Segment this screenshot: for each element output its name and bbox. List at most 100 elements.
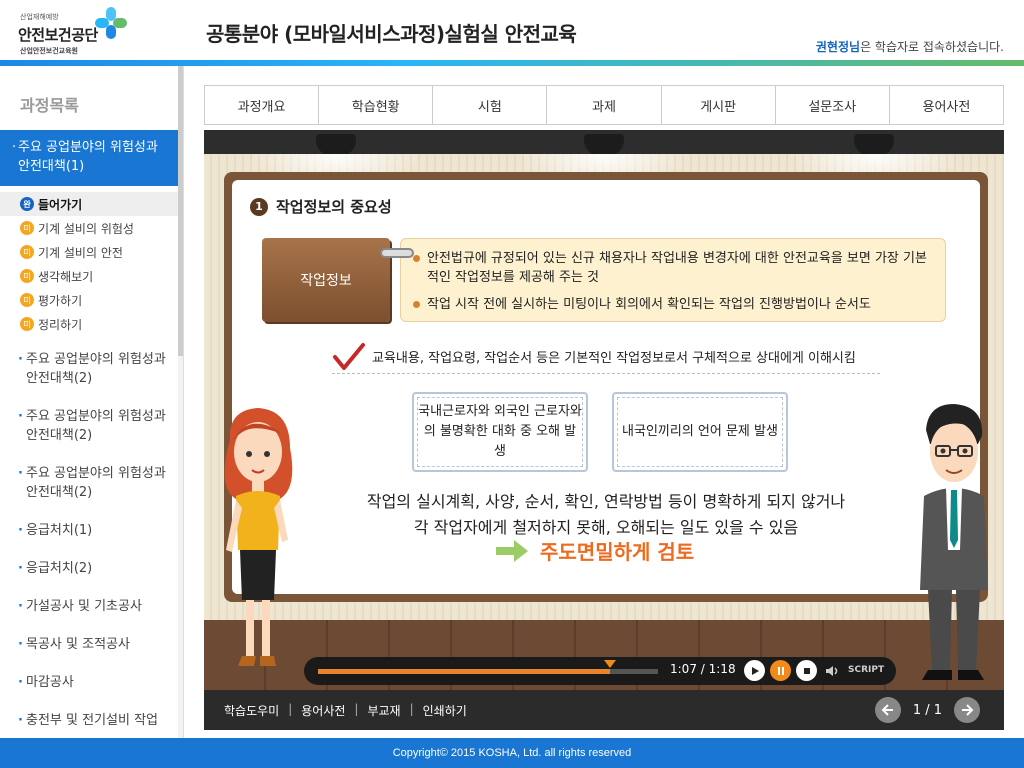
summary-line: 작업의 실시계획, 사양, 순서, 확인, 연락방법 등이 명확하게 되지 않거… <box>366 492 846 511</box>
lesson-incomplete-badge: 미 <box>20 269 34 283</box>
lesson-label: 평가하기 <box>38 293 83 308</box>
page-indicator: 1 / 1 <box>912 702 942 718</box>
course-item[interactable]: 주요 공업분야의 위험성과 안전대책(2) <box>0 346 178 403</box>
help-link[interactable]: 학습도우미 <box>224 702 279 719</box>
arrow-right-icon <box>496 539 528 562</box>
lesson-complete-badge: 완 <box>20 197 34 211</box>
lesson-bottom-bar: 학습도우미 | 용어사전 | 부교재 | 인쇄하기 1 / 1 <box>204 690 1004 730</box>
pause-button[interactable] <box>770 660 791 681</box>
woman-character-illustration <box>224 408 293 666</box>
logo-name: 안전보건공단 <box>18 26 98 44</box>
man-character-illustration <box>920 404 988 680</box>
play-button[interactable] <box>744 660 765 681</box>
current-time: 1:07 <box>670 662 697 676</box>
lesson-incomplete-badge: 미 <box>20 317 34 331</box>
info-box: 안전법규에 규정되어 있는 신규 채용자나 작업내용 변경자에 대한 안전교육을… <box>400 238 946 322</box>
conclusion-text: 주도면밀하게 검토 <box>540 540 695 564</box>
tab-board[interactable]: 게시판 <box>662 86 776 124</box>
info-label: 작업정보 <box>262 238 390 322</box>
tab-assignment[interactable]: 과제 <box>547 86 662 124</box>
sidebar-title: 과정목록 <box>20 96 79 115</box>
logo-cross-icon <box>95 7 127 39</box>
lesson-item[interactable]: 미 기계 설비의 안전 <box>0 240 178 264</box>
lesson-content-stage: 1 작업정보의 중요성 작업정보 안전법규에 규정되어 있는 신규 채용자나 작… <box>204 130 1004 730</box>
volume-icon[interactable] <box>824 663 840 679</box>
stop-button[interactable] <box>796 660 817 681</box>
play-icon <box>751 666 759 675</box>
header: 산업재해예방 안전보건공단 산업안전보건교육원 공통분야 (모바일서비스과정)실… <box>0 0 1024 66</box>
prev-page-button[interactable] <box>874 697 901 723</box>
sidebar-scrollbar-thumb[interactable] <box>178 66 183 356</box>
lesson-item[interactable]: 미 기계 설비의 위험성 <box>0 216 178 240</box>
tab-glossary[interactable]: 용어사전 <box>890 86 1003 124</box>
example-box-text: 국내근로자와 외국인 근로자와의 불명확한 대화 중 오해 발생 <box>417 397 583 467</box>
progress-bar[interactable] <box>318 660 658 674</box>
example-box-text: 내국인끼리의 언어 문제 발생 <box>617 397 783 467</box>
tab-progress[interactable]: 학습현황 <box>319 86 434 124</box>
course-item[interactable]: 목공사 및 조적공사 <box>0 631 178 669</box>
tab-overview[interactable]: 과정개요 <box>205 86 320 124</box>
summary-line: 각 작업자에게 철저하지 못해, 오해되는 일도 있을 수 있음 <box>413 518 799 537</box>
page-navigator: 1 / 1 <box>874 697 980 723</box>
lesson-item[interactable]: 완 들어가기 <box>0 192 178 216</box>
course-sidebar: 과정목록 주요 공업분야의 위험성과 안전대책(1) 완 들어가기 미 기계 설… <box>0 66 184 738</box>
footer-copyright: Copyright© 2015 KOSHA, Ltd. all rights r… <box>0 738 1024 768</box>
conclusion: 주도면밀하게 검토 <box>494 536 694 565</box>
kosha-logo[interactable]: 산업재해예방 안전보건공단 산업안전보건교육원 <box>18 6 138 56</box>
course-item[interactable]: 응급처치(2) <box>0 555 178 593</box>
lesson-list: 완 들어가기 미 기계 설비의 위험성 미 기계 설비의 안전 미 생각해보기 … <box>0 192 178 336</box>
supplement-link[interactable]: 부교재 <box>367 702 400 719</box>
lesson-label: 정리하기 <box>38 317 83 332</box>
video-player-controls: 1:07 / 1:18 SCRIPT <box>304 657 896 685</box>
course-tabs: 과정개요 학습현황 시험 과제 게시판 설문조사 용어사전 <box>204 85 1004 125</box>
slide-board-content: 1 작업정보의 중요성 작업정보 안전법규에 규정되어 있는 신규 채용자나 작… <box>232 180 980 594</box>
lesson-label: 들어가기 <box>38 197 83 212</box>
checkmark-icon <box>333 342 365 370</box>
progress-fill <box>318 669 611 674</box>
lesson-label: 기계 설비의 위험성 <box>38 221 134 236</box>
lesson-item[interactable]: 미 정리하기 <box>0 312 178 336</box>
lesson-incomplete-badge: 미 <box>20 221 34 235</box>
course-item-active[interactable]: 주요 공업분야의 위험성과 안전대책(1) <box>0 130 178 186</box>
bottom-links: 학습도우미 | 용어사전 | 부교재 | 인쇄하기 <box>224 702 467 719</box>
lesson-label: 생각해보기 <box>38 269 94 284</box>
user-status: 권현정님은 학습자로 접속하셨습니다. <box>816 38 1004 55</box>
check-text: 교육내용, 작업요령, 작업순서 등은 기본적인 작업정보로서 구체적으로 상대… <box>372 351 856 366</box>
next-page-button[interactable] <box>954 697 980 723</box>
link-separator: | <box>354 702 359 716</box>
lesson-item[interactable]: 미 평가하기 <box>0 288 178 312</box>
lesson-incomplete-badge: 미 <box>20 293 34 307</box>
stop-icon <box>803 667 810 674</box>
lesson-incomplete-badge: 미 <box>20 245 34 259</box>
total-time: 1:18 <box>708 662 736 676</box>
arrow-right-icon <box>962 704 974 716</box>
example-box: 국내근로자와 외국인 근로자와의 불명확한 대화 중 오해 발생 <box>412 392 588 472</box>
course-item[interactable]: 주요 공업분야의 위험성과 안전대책(2) <box>0 460 178 517</box>
tab-exam[interactable]: 시험 <box>433 86 548 124</box>
check-statement: 교육내용, 작업요령, 작업순서 등은 기본적인 작업정보로서 구체적으로 상대… <box>332 340 880 374</box>
section-number: 1 <box>250 197 268 216</box>
info-bullet: 안전법규에 규정되어 있는 신규 채용자나 작업내용 변경자에 대한 안전교육을… <box>413 249 933 287</box>
course-list: 주요 공업분야의 위험성과 안전대책(2) 주요 공업분야의 위험성과 안전대책… <box>0 346 178 738</box>
pause-icon <box>777 666 784 675</box>
script-button[interactable]: SCRIPT <box>848 665 884 675</box>
logo-subname: 산업안전보건교육원 <box>20 47 78 55</box>
slide-board: 1 작업정보의 중요성 작업정보 안전법규에 규정되어 있는 신규 채용자나 작… <box>224 172 988 602</box>
link-separator: | <box>409 702 414 716</box>
progress-thumb[interactable] <box>604 660 617 668</box>
paper-clip-icon <box>380 248 414 258</box>
section-heading: 1 작업정보의 중요성 <box>250 196 392 217</box>
course-item[interactable]: 마감공사 <box>0 669 178 707</box>
print-link[interactable]: 인쇄하기 <box>423 702 467 719</box>
course-item[interactable]: 충전부 및 전기설비 작업 <box>0 707 178 738</box>
course-item[interactable]: 주요 공업분야의 위험성과 안전대책(2) <box>0 403 178 460</box>
tab-survey[interactable]: 설문조사 <box>776 86 890 124</box>
lesson-label: 기계 설비의 안전 <box>38 245 123 260</box>
playback-time: 1:07 / 1:18 <box>670 662 736 676</box>
glossary-link[interactable]: 용어사전 <box>301 702 345 719</box>
link-separator: | <box>288 702 293 716</box>
info-bullet: 작업 시작 전에 실시하는 미팅이나 회의에서 확인되는 작업의 진행방법이나 … <box>413 295 933 314</box>
course-item[interactable]: 응급처치(1) <box>0 517 178 555</box>
course-item[interactable]: 가설공사 및 기초공사 <box>0 593 178 631</box>
lesson-item[interactable]: 미 생각해보기 <box>0 264 178 288</box>
